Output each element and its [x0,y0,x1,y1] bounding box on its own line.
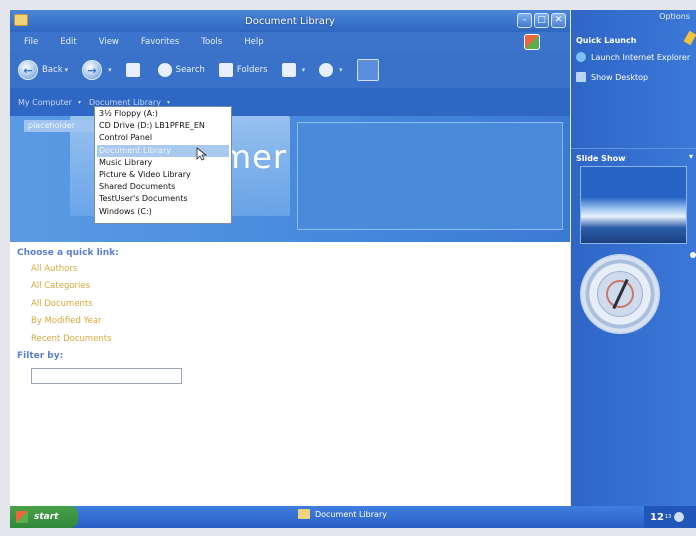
back-arrow-icon: ← [18,60,38,80]
views-dropdown-icon[interactable]: ▾ [302,66,306,74]
search-button[interactable]: Search [157,63,205,77]
quick-launch-title: Quick Launch [576,36,637,45]
media-button[interactable]: ▾ [319,63,343,77]
quick-link-by-modified-year[interactable]: By Modified Year [31,316,112,333]
show-desktop-link[interactable]: Show Desktop [576,72,648,82]
breadcrumb-my-computer[interactable]: My Computer [18,98,72,107]
media-icon [319,63,334,77]
back-dropdown-icon[interactable]: ▾ [65,66,69,74]
quick-link-recent-documents[interactable]: Recent Documents [31,334,112,351]
taskbar-item-document-library[interactable]: Document Library [298,509,387,519]
explorer-window: Document Library – □ ✕ File Edit View Fa… [10,10,570,506]
analog-clock [580,254,660,334]
tray-clock[interactable]: 12 [650,512,664,523]
windows-logo-icon [16,511,28,523]
forward-dropdown-icon[interactable]: ▾ [108,66,112,74]
quick-link-all-categories[interactable]: All Categories [31,281,112,298]
sidebar: Options Quick Launch Launch Internet Exp… [571,10,696,506]
dropdown-item-floppy[interactable]: 3½ Floppy (A:) [97,108,229,120]
start-label: start [34,512,59,522]
window-controls: – □ ✕ [517,13,566,28]
dropdown-item-cd-drive[interactable]: CD Drive (D:) LB1PFRE_EN [97,120,229,132]
slideshow-title: Slide Show [576,154,626,163]
windows-logo-icon [524,34,540,50]
content-area: Choose a quick link: All Authors All Cat… [10,242,570,506]
dropdown-item-control-panel[interactable]: Control Panel [97,132,229,144]
up-button[interactable] [125,63,144,77]
maximize-button[interactable]: □ [534,13,549,28]
dropdown-item-music-library[interactable]: Music Library [97,157,229,169]
folder-icon [14,14,28,26]
views-button[interactable]: ▾ [281,63,306,77]
slideshow-menu-icon[interactable]: ▾ [689,152,693,161]
quick-link-all-authors[interactable]: All Authors [31,264,112,281]
minimize-button[interactable]: – [517,13,532,28]
pencil-icon[interactable] [683,30,696,46]
breadcrumb-chevron-icon[interactable]: ▾ [167,99,170,106]
taskbar-item-label: Document Library [315,509,387,519]
quick-link-all-documents[interactable]: All Documents [31,299,112,316]
quick-link-heading: Choose a quick link: [17,248,119,258]
menu-edit[interactable]: Edit [60,37,76,47]
menu-help[interactable]: Help [244,37,263,47]
close-button[interactable]: ✕ [551,13,566,28]
filter-label: Filter by: [17,351,64,361]
tray-clock-minutes: 13 [664,514,672,520]
menu-favorites[interactable]: Favorites [141,37,179,47]
search-label: Search [175,65,205,75]
show-desktop-label: Show Desktop [591,72,649,82]
menu-tools[interactable]: Tools [201,37,222,47]
forward-button[interactable]: → ▾ [82,60,112,80]
quick-link-list: All Authors All Categories All Documents… [31,264,112,351]
dropdown-item-picture-video-library[interactable]: Picture & Video Library [97,169,229,181]
launch-internet-explorer-label: Launch Internet Explorer [591,52,691,62]
desktop-icon [576,72,586,82]
folder-icon [298,509,310,519]
banner-panel [297,122,563,230]
title-bar[interactable]: Document Library – □ ✕ [10,10,570,32]
toolbar: ← Back ▾ → ▾ Search Folders ▾ ▾ [10,52,570,88]
back-button[interactable]: ← Back ▾ [18,60,68,80]
menu-view[interactable]: View [99,37,119,47]
sidebar-divider [571,148,696,149]
view-toggle-button[interactable] [356,59,379,81]
forward-arrow-icon: → [82,60,103,80]
folders-label: Folders [236,65,268,75]
location-dropdown-list[interactable]: 3½ Floppy (A:) CD Drive (D:) LB1PFRE_EN … [94,106,232,224]
clock-face [597,271,643,317]
folders-icon [218,63,233,77]
clock-menu-icon[interactable] [690,252,696,258]
start-button[interactable]: start [10,506,78,528]
folders-button[interactable]: Folders [218,63,268,77]
search-icon [157,63,172,77]
slideshow-image[interactable] [580,166,687,244]
window-title: Document Library [245,15,335,27]
dropdown-item-testuser-documents[interactable]: TestUser's Documents [97,193,229,205]
back-label: Back [42,65,63,75]
tray-status-icon[interactable] [674,512,685,522]
internet-explorer-icon [576,52,586,62]
options-button[interactable]: Options [659,12,690,21]
filter-input[interactable] [31,368,182,384]
system-tray: 12 13 [644,506,696,528]
menu-bar: File Edit View Favorites Tools Help [10,32,570,52]
dropdown-item-shared-documents[interactable]: Shared Documents [97,181,229,193]
menu-file[interactable]: File [24,37,38,47]
dropdown-item-document-library[interactable]: Document Library [97,144,229,157]
mouse-cursor-icon [196,147,208,161]
breadcrumb-chevron-icon[interactable]: ▾ [78,99,81,106]
placeholder-tab: placeholder [24,120,94,132]
up-folder-icon [125,63,140,77]
views-icon [281,63,296,77]
taskbar: start Document Library 12 13 [10,506,696,528]
media-dropdown-icon[interactable]: ▾ [339,66,343,74]
launch-internet-explorer-link[interactable]: Launch Internet Explorer [576,52,690,62]
dropdown-item-windows-c[interactable]: Windows (C:) [97,206,229,218]
